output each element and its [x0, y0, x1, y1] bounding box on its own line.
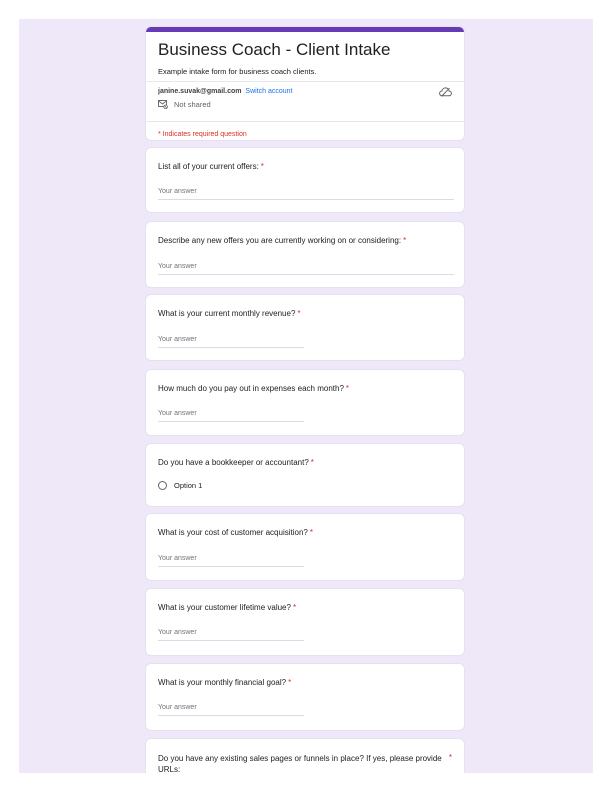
question-title: What is your monthly financial goal? * — [158, 678, 292, 687]
answer-input[interactable]: Your answer — [158, 704, 197, 711]
question-title: What is your cost of customer acquisitio… — [158, 528, 313, 537]
question-title: Do you have a bookkeeper or accountant? * — [158, 458, 314, 467]
answer-underline — [158, 199, 454, 200]
question-title: What is your customer lifetime value? * — [158, 603, 297, 612]
account-email: janine.suvak@gmail.com — [158, 88, 242, 95]
account-row: janine.suvak@gmail.com Switch account — [158, 88, 293, 95]
question-card: What is your current monthly revenue? * Y… — [145, 294, 465, 361]
answer-input[interactable]: Your answer — [158, 410, 197, 417]
switch-account-link[interactable]: Switch account — [245, 88, 292, 95]
form-title: Business Coach - Client Intake — [158, 40, 391, 59]
question-card: Do you have any existing sales pages or … — [145, 738, 465, 773]
required-divider — [146, 121, 464, 122]
required-asterisk: * — [309, 528, 313, 537]
question-card: Describe any new offers you are currentl… — [145, 221, 465, 288]
answer-underline — [158, 274, 454, 275]
header-divider — [146, 81, 464, 82]
question-title: What is your current monthly revenue? * — [158, 309, 301, 318]
question-card: What is your customer lifetime value? * Y… — [145, 588, 465, 656]
form-background: Business Coach - Client Intake Example i… — [19, 19, 593, 773]
question-title: Do you have any existing sales pages or … — [158, 754, 442, 773]
answer-underline — [158, 421, 304, 422]
answer-underline — [158, 347, 304, 348]
form-header-card: Business Coach - Client Intake Example i… — [145, 26, 465, 141]
radio-option[interactable]: Option 1 — [158, 481, 202, 490]
required-asterisk: * — [310, 458, 314, 467]
question-title: Describe any new offers you are currentl… — [158, 236, 407, 245]
question-card: What is your monthly financial goal? * Yo… — [145, 663, 465, 731]
required-asterisk: * — [403, 236, 407, 245]
form-description: Example intake form for business coach c… — [158, 67, 317, 76]
shared-status-row: Not shared — [158, 100, 211, 109]
accent-bar — [146, 27, 464, 32]
answer-input[interactable]: Your answer — [158, 629, 197, 636]
question-card: Do you have a bookkeeper or accountant? *… — [145, 443, 465, 507]
required-asterisk: * — [448, 753, 452, 762]
question-card: How much do you pay out in expenses each… — [145, 369, 465, 436]
question-card: List all of your current offers: * Your a… — [145, 147, 465, 213]
required-asterisk: * — [345, 384, 350, 393]
answer-underline — [158, 566, 304, 567]
answer-input[interactable]: Your answer — [158, 263, 197, 270]
answer-input[interactable]: Your answer — [158, 188, 197, 195]
required-asterisk: * — [297, 309, 301, 318]
cloud-saved-icon[interactable] — [439, 87, 452, 97]
answer-input[interactable]: Your answer — [158, 555, 197, 562]
question-title: How much do you pay out in expenses each… — [158, 384, 350, 393]
required-note: * Indicates required question — [158, 131, 247, 138]
question-title: List all of your current offers: * — [158, 162, 264, 171]
required-asterisk: * — [260, 162, 264, 171]
required-asterisk: * — [292, 603, 297, 612]
question-card: What is your cost of customer acquisitio… — [145, 513, 465, 581]
answer-underline — [158, 715, 304, 716]
required-asterisk: * — [288, 678, 292, 687]
answer-underline — [158, 640, 304, 641]
not-shared-icon — [158, 100, 168, 109]
radio-option-label: Option 1 — [174, 481, 203, 490]
shared-status: Not shared — [174, 100, 211, 109]
answer-input[interactable]: Your answer — [158, 336, 197, 343]
radio-button[interactable] — [158, 481, 167, 490]
